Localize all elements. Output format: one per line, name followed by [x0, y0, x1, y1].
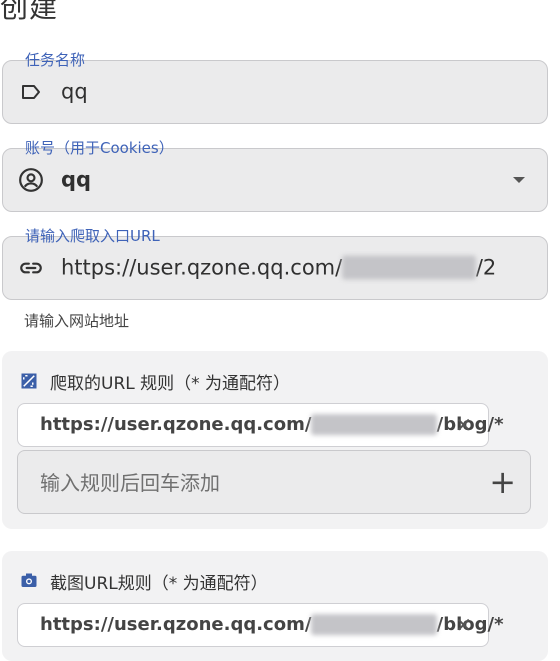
entry-url-field[interactable]: 请输入爬取入口URL https://user.qzone.qq.com/376…: [2, 227, 548, 300]
transform-icon: [20, 372, 40, 392]
crawl-rule-input-box: +: [17, 450, 531, 514]
screenshot-rule-chip-text: https://user.qzone.qq.com/3764922889/blo…: [40, 614, 504, 636]
screenshot-rules-card: 截图URL规则（* 为通配符） https://user.qzone.qq.co…: [2, 551, 548, 661]
crawl-rule-chip-text: https://user.qzone.qq.com/3764922889/blo…: [40, 414, 504, 436]
task-name-label: 任务名称: [18, 51, 92, 69]
entry-url-hint: 请输入网站地址: [24, 312, 130, 330]
close-icon[interactable]: ✕: [455, 613, 472, 637]
crawl-rules-card: 爬取的URL 规则（* 为通配符） https://user.qzone.qq.…: [2, 351, 548, 529]
add-rule-button[interactable]: +: [489, 466, 516, 498]
screenshot-rule-chip[interactable]: https://user.qzone.qq.com/3764922889/blo…: [17, 603, 504, 647]
account-label: 账号（用于Cookies）: [19, 139, 180, 157]
task-name-field[interactable]: 任务名称 qq: [2, 51, 548, 124]
crawl-rules-title: 爬取的URL 规则（* 为通配符）: [20, 369, 290, 394]
link-icon: [17, 254, 45, 282]
entry-url-label: 请输入爬取入口URL: [19, 227, 166, 245]
crawl-rule-input[interactable]: [38, 465, 462, 501]
close-icon[interactable]: ✕: [455, 413, 472, 437]
chevron-down-icon[interactable]: [513, 177, 525, 183]
entry-url-value: https://user.qzone.qq.com/3764922889/2: [61, 255, 497, 280]
camera-icon: [20, 572, 40, 592]
screenshot-rules-title: 截图URL规则（* 为通配符）: [20, 569, 268, 594]
task-name-value: qq: [61, 79, 88, 104]
account-select[interactable]: 账号（用于Cookies） qq: [2, 139, 548, 212]
account-value: qq: [61, 167, 92, 192]
page-title: 创建: [0, 0, 59, 24]
tag-icon: [17, 78, 45, 106]
account-circle-icon: [17, 166, 45, 194]
crawl-rule-chip[interactable]: https://user.qzone.qq.com/3764922889/blo…: [17, 403, 504, 447]
